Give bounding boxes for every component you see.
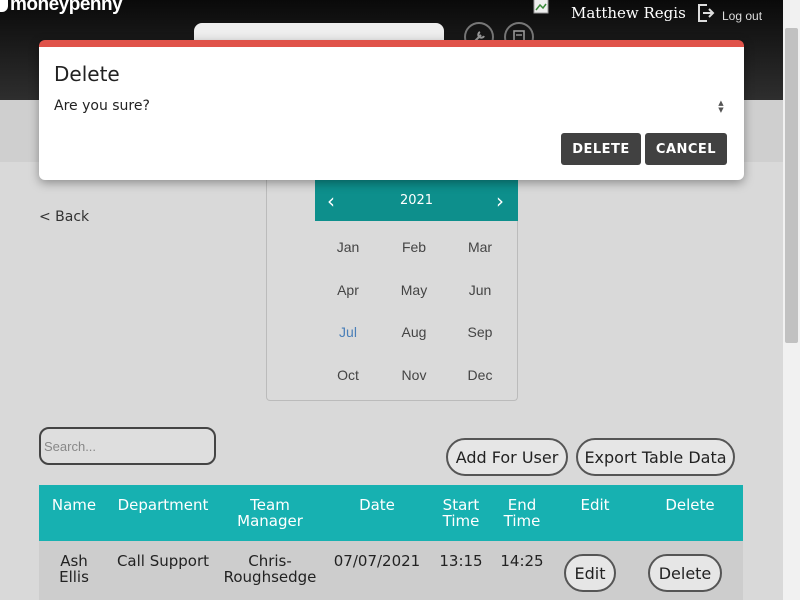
logout-link[interactable]: Log out bbox=[722, 9, 762, 23]
confirm-delete-button[interactable]: DELETE bbox=[561, 133, 641, 165]
picker-year[interactable]: 2021 bbox=[315, 193, 518, 208]
back-link[interactable]: < Back bbox=[39, 209, 89, 225]
month-sep[interactable]: Sep bbox=[447, 324, 513, 340]
table-header: Name Department Team Manager Date Start … bbox=[39, 485, 743, 541]
column-header-date[interactable]: Date bbox=[329, 497, 425, 513]
month-jun[interactable]: Jun bbox=[447, 282, 513, 298]
column-header-department[interactable]: Department bbox=[111, 497, 215, 513]
search-input[interactable]: Search... bbox=[39, 427, 216, 465]
month-picker: ‹ 2021 › Jan Feb Mar Apr May Jun Jul Aug… bbox=[266, 180, 518, 401]
logout-icon[interactable] bbox=[695, 2, 715, 24]
cell-department: Call Support bbox=[116, 552, 210, 570]
scrollbar-thumb[interactable] bbox=[785, 28, 798, 343]
export-table-data-button[interactable]: Export Table Data bbox=[576, 438, 735, 476]
moneypenny-logo[interactable]: moneypenny bbox=[0, 0, 123, 16]
delete-confirm-modal: Delete Are you sure? ▲ ▼ DELETE CANCEL bbox=[39, 40, 744, 180]
month-aug[interactable]: Aug bbox=[381, 324, 447, 340]
column-header-start-time[interactable]: Start Time bbox=[436, 497, 486, 529]
logo-text: moneypenny bbox=[10, 0, 123, 15]
spinner-arrows-icon[interactable]: ▲ ▼ bbox=[714, 100, 728, 116]
month-oct[interactable]: Oct bbox=[315, 367, 381, 383]
cancel-button[interactable]: CANCEL bbox=[645, 133, 727, 165]
logo-mark-icon bbox=[0, 0, 8, 12]
edit-button[interactable]: Edit bbox=[564, 554, 616, 592]
add-for-user-button[interactable]: Add For User bbox=[446, 438, 568, 476]
delete-row-button[interactable]: Delete bbox=[648, 554, 722, 592]
cell-date: 07/07/2021 bbox=[333, 552, 421, 570]
month-nov[interactable]: Nov bbox=[381, 367, 447, 383]
cell-name: Ash Ellis bbox=[59, 552, 89, 586]
user-name[interactable]: Matthew Regis bbox=[571, 4, 686, 22]
cell-start-time: 13:15 bbox=[439, 552, 483, 570]
modal-title: Delete bbox=[54, 62, 120, 86]
column-header-end-time[interactable]: End Time bbox=[497, 497, 547, 529]
chevron-right-icon[interactable]: › bbox=[496, 189, 504, 213]
cell-end-time: 14:25 bbox=[500, 552, 544, 570]
table-row: Ash Ellis Call Support Chris-Roughsedge … bbox=[39, 541, 743, 600]
month-mar[interactable]: Mar bbox=[447, 239, 513, 255]
column-header-team-manager[interactable]: Team Manager bbox=[224, 497, 316, 529]
month-feb[interactable]: Feb bbox=[381, 239, 447, 255]
month-dec[interactable]: Dec bbox=[447, 367, 513, 383]
broken-avatar-icon bbox=[533, 0, 549, 14]
month-apr[interactable]: Apr bbox=[315, 282, 381, 298]
month-may[interactable]: May bbox=[381, 282, 447, 298]
modal-message: Are you sure? bbox=[54, 98, 150, 114]
column-header-name[interactable]: Name bbox=[44, 497, 104, 513]
column-header-edit: Edit bbox=[580, 496, 610, 514]
month-picker-header: ‹ 2021 › bbox=[315, 180, 518, 221]
cell-team-manager: Chris-Roughsedge bbox=[223, 552, 317, 586]
month-jul[interactable]: Jul bbox=[315, 324, 381, 340]
column-header-delete: Delete bbox=[665, 496, 715, 514]
month-jan[interactable]: Jan bbox=[315, 239, 381, 255]
